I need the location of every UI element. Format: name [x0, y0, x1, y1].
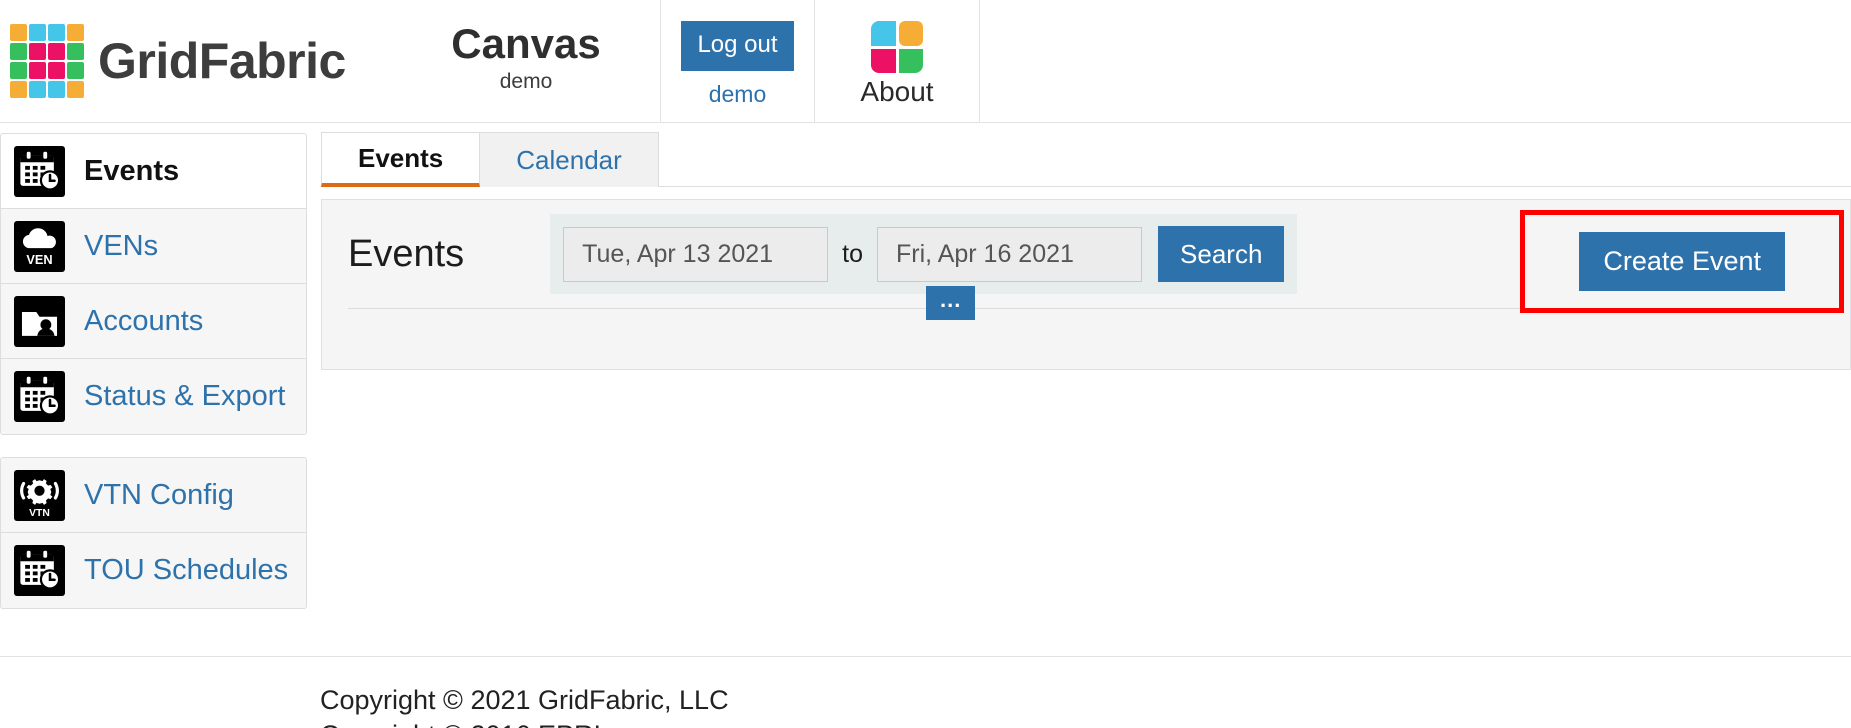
calendar-clock-icon — [14, 146, 65, 197]
brand[interactable]: GridFabric — [0, 0, 392, 122]
calendar-clock-icon — [14, 545, 65, 596]
sidebar-item-label: VTN Config — [84, 481, 234, 510]
about-button[interactable]: About — [815, 0, 980, 122]
app-title-block: Canvas demo — [392, 0, 660, 122]
search-button[interactable]: Search — [1158, 226, 1284, 282]
page-title: Canvas — [451, 22, 600, 66]
search-bar: to Search — [550, 214, 1297, 294]
tab-calendar-label: Calendar — [516, 145, 622, 176]
footer: Copyright © 2021 GridFabric, LLC Copyrig… — [0, 656, 1851, 728]
sidebar-item-label: Status & Export — [84, 382, 286, 411]
end-date-input[interactable] — [877, 227, 1142, 282]
brand-name: GridFabric — [98, 36, 346, 86]
app-header: GridFabric Canvas demo Log out demo Abou… — [0, 0, 1851, 123]
sidebar-item-label: TOU Schedules — [84, 556, 288, 585]
logo-cell-11 — [67, 62, 84, 79]
app-subtitle: demo — [500, 70, 553, 94]
create-event-highlight: Create Event — [1520, 210, 1844, 313]
events-panel: Events to Search ... Create Event — [321, 199, 1851, 370]
logo-cell-3 — [67, 24, 84, 41]
logo-cell-7 — [67, 43, 84, 60]
body: EventsVENVENsAccountsStatus & ExportVTNV… — [0, 123, 1851, 631]
logo-cell-5 — [29, 43, 46, 60]
logo-cell-8 — [10, 62, 27, 79]
account-card-icon — [14, 296, 65, 347]
logo-cell-6 — [48, 43, 65, 60]
gear-vtn-icon: VTN — [14, 470, 65, 521]
logout-cell: Log out demo — [660, 0, 815, 122]
panel-heading: Events — [348, 235, 464, 273]
logo-cell-13 — [29, 81, 46, 98]
tab-calendar[interactable]: Calendar — [480, 132, 659, 187]
nav-group-1: VTN VTN Config TOU Schedules — [0, 457, 307, 609]
sidebar-item-vtn-config[interactable]: VTN VTN Config — [1, 458, 306, 533]
logo-cell-0 — [10, 24, 27, 41]
sidebar-item-events[interactable]: Events — [1, 134, 306, 209]
sidebar-item-vens[interactable]: VEN VENs — [1, 209, 306, 284]
svg-text:VTN: VTN — [29, 508, 50, 519]
events-toolbar: Events to Search ... Create Event — [322, 200, 1850, 308]
tab-events-label: Events — [358, 143, 443, 174]
date-range-separator: to — [828, 240, 877, 269]
sidebar-item-label: VENs — [84, 232, 158, 261]
calendar-clock-icon — [14, 371, 65, 422]
logo-cell-10 — [48, 62, 65, 79]
main-content: Events Calendar Events to Search ... Cre… — [307, 123, 1851, 370]
header-spacer — [980, 0, 1851, 122]
logo-cell-12 — [10, 81, 27, 98]
logo-cell-2 — [48, 24, 65, 41]
events-list-area — [322, 309, 1850, 369]
sidebar-item-accounts[interactable]: Accounts — [1, 284, 306, 359]
tab-bar: Events Calendar — [321, 131, 1851, 187]
more-options-button[interactable]: ... — [926, 286, 975, 320]
sidebar-item-tou-schedules[interactable]: TOU Schedules — [1, 533, 306, 608]
current-user-link[interactable]: demo — [709, 81, 767, 108]
logo-cell-1 — [29, 24, 46, 41]
copyright-line-1: Copyright © 2021 GridFabric, LLC — [320, 683, 1851, 718]
logo-cell-4 — [10, 43, 27, 60]
sidebar: EventsVENVENsAccountsStatus & ExportVTNV… — [0, 123, 307, 631]
about-label: About — [860, 76, 933, 108]
sidebar-item-status-export[interactable]: Status & Export — [1, 359, 306, 434]
sidebar-item-label: Events — [84, 157, 179, 186]
copyright-line-2: Copyright © 2016 EPRI — [320, 718, 1851, 728]
about-grid-icon — [871, 21, 923, 73]
cloud-ven-icon: VEN — [14, 221, 65, 272]
logo-cell-9 — [29, 62, 46, 79]
create-event-button[interactable]: Create Event — [1579, 232, 1785, 291]
gridfabric-logo-icon — [10, 24, 84, 98]
logo-cell-15 — [67, 81, 84, 98]
logout-button[interactable]: Log out — [681, 21, 793, 71]
tab-events[interactable]: Events — [321, 132, 480, 187]
logo-cell-14 — [48, 81, 65, 98]
sidebar-item-label: Accounts — [84, 307, 203, 336]
start-date-input[interactable] — [563, 227, 828, 282]
nav-group-0: Events VEN VENs Accounts Status & Export — [0, 133, 307, 435]
svg-text:VEN: VEN — [26, 252, 52, 267]
